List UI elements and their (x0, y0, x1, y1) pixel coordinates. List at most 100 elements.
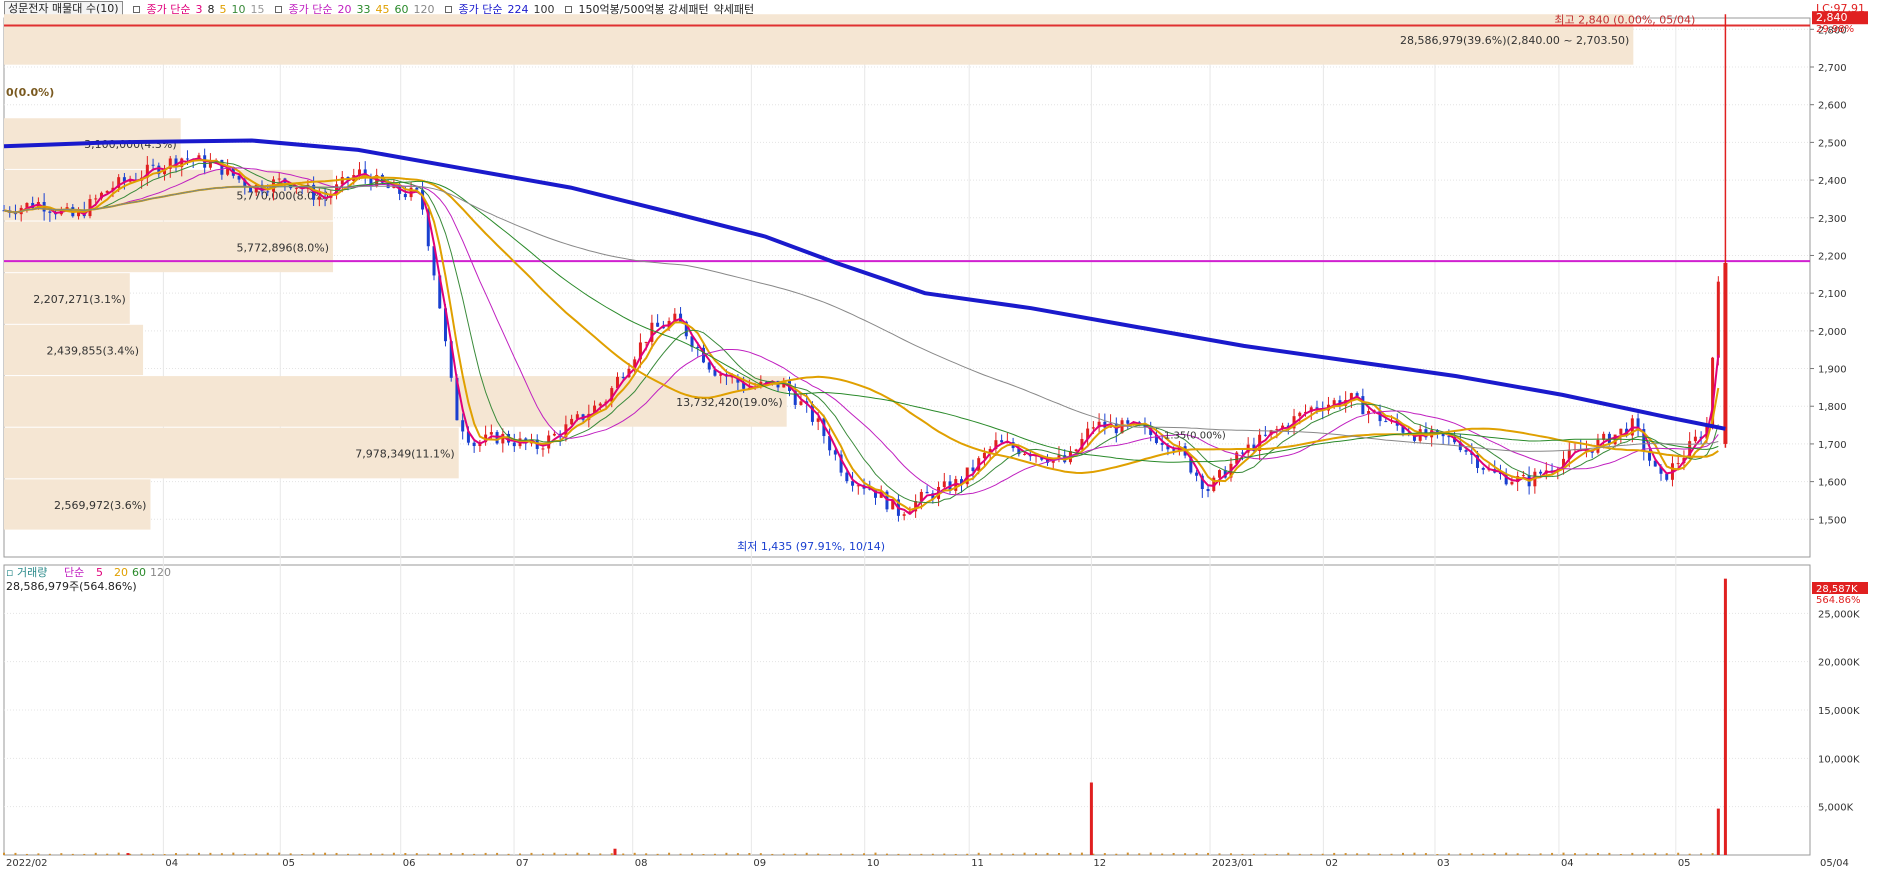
volume-bar (1424, 853, 1427, 855)
volume-bar (266, 852, 269, 855)
volume-bar (920, 853, 923, 855)
volume-bar (1264, 853, 1267, 855)
candle-body (541, 448, 545, 450)
volume-bar (71, 853, 74, 855)
volume-bar (1172, 853, 1175, 855)
candle-body (1510, 482, 1514, 485)
volume-bar (748, 853, 751, 855)
date-tick-label: 12 (1093, 858, 1106, 869)
volume-bar (1138, 853, 1141, 855)
price-tick-label: 1,900 (1818, 365, 1847, 376)
volume-bar (1505, 852, 1508, 855)
candle-body (277, 178, 281, 180)
candle-body (1160, 443, 1164, 445)
volume-bar (14, 852, 17, 855)
low-price-label: 최저 1,435 (97.91%, 10/14) (737, 540, 885, 553)
date-tick-label: 2023/01 (1212, 858, 1254, 869)
candle-body (94, 198, 98, 200)
volume-bar (106, 853, 109, 855)
candle-body (644, 341, 648, 343)
annotations: ▫ 거래량 단순 5 20 60 120 28,586,979주(564.86%) 최고 2,… (6, 2, 1868, 606)
volume-legend-period: 120 (150, 566, 171, 579)
volume-bar (1654, 852, 1657, 855)
lc-label: LC:97.91 (1816, 2, 1865, 15)
volume-bar (1631, 852, 1634, 855)
volume-bar (1115, 853, 1118, 855)
stock-chart[interactable]: 28,586,979(39.6%)(2,840.00 ~ 2,703.50) 0(… (0, 0, 1877, 870)
volume-profile-label: 2,439,855(3.4%) (47, 344, 140, 357)
volume-bar (1241, 853, 1244, 855)
volume-bar (415, 853, 418, 855)
candle-body (799, 401, 803, 405)
date-tick-label: 08 (635, 858, 648, 869)
volume-bar (496, 852, 499, 855)
volume-bar (794, 853, 797, 855)
candle-body (696, 347, 700, 349)
volume-bar (931, 853, 934, 855)
volume-bar (1103, 853, 1106, 855)
volume-bar (725, 852, 728, 855)
date-tick-label: 04 (165, 858, 178, 869)
volume-profile-label: 2,207,271(3.1%) (33, 293, 126, 306)
volume-bar (1023, 852, 1026, 855)
volume-tick-label: 20,000K (1818, 658, 1860, 669)
volume-bar (530, 852, 533, 855)
volume-bar (1413, 852, 1416, 855)
volume-badge-text: 28,587K (1816, 584, 1858, 595)
volume-bar (1459, 853, 1462, 855)
volume-bar (622, 853, 625, 855)
candle-body (266, 191, 270, 193)
volume-bar (278, 852, 281, 855)
volume-bar (1516, 853, 1519, 855)
candle-body (845, 472, 849, 482)
volume-bar (404, 852, 407, 855)
volume-bar (48, 853, 51, 855)
volume-bar (484, 852, 487, 855)
volume-bar (1252, 853, 1255, 855)
price-tick-label: 1,500 (1818, 515, 1847, 526)
candle-body (851, 481, 855, 486)
volume-profile-label: 13,732,420(19.0%) (676, 396, 783, 409)
volume-bar (392, 852, 395, 855)
volume-bar (519, 853, 522, 855)
volume-bar (312, 852, 315, 855)
volume-bar (507, 853, 510, 855)
volume-bar (83, 853, 86, 855)
volume-bar (1562, 852, 1565, 855)
volume-bar (1573, 853, 1576, 855)
volume-bar (587, 852, 590, 855)
candle-body (1263, 434, 1267, 436)
volume-bar (759, 853, 762, 855)
volume-current-label: 28,586,979주(564.86%) (6, 580, 137, 593)
volume-bar (954, 853, 957, 855)
volume-bar (1700, 853, 1703, 855)
volume-bar (140, 853, 143, 855)
volume-spike-bar (613, 848, 617, 855)
candle-body (1126, 420, 1130, 424)
volume-bar (1493, 853, 1496, 855)
volume-legend-label: 단순 (64, 566, 84, 579)
volume-bar (175, 853, 178, 855)
volume-bar (908, 853, 911, 855)
volume-bar (473, 853, 476, 855)
volume-bar (1149, 852, 1152, 855)
volume-bar (301, 854, 304, 855)
volume-bar (1665, 853, 1668, 855)
price-tick-label: 2,500 (1818, 138, 1847, 149)
candle-body (461, 420, 465, 432)
candle-body (1218, 470, 1222, 478)
volume-bar (966, 853, 969, 855)
high-price-label: 최고 2,840 (0.00%, 05/04) (1554, 14, 1695, 27)
volume-bar (1356, 853, 1359, 855)
volume-profile-label: 2,569,972(3.6%) (54, 499, 147, 512)
volume-spike-bar (1089, 782, 1093, 855)
volume-bar (736, 853, 739, 855)
volume-bar (702, 854, 705, 855)
volume-spike-bar (1723, 578, 1727, 855)
candle-body (1723, 263, 1728, 444)
volume-bar (656, 853, 659, 855)
volume-bar (427, 853, 430, 855)
volume-bar (1608, 852, 1611, 855)
volume-bar (1401, 852, 1404, 855)
candle-body (1195, 472, 1199, 476)
